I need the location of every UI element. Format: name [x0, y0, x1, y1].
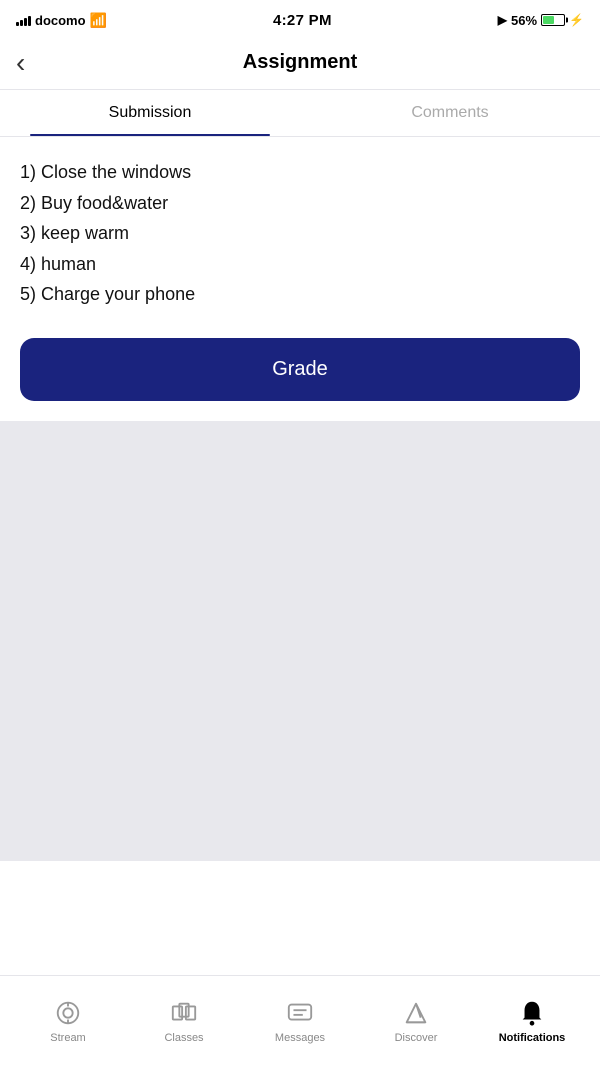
list-item: 5) Charge your phone [20, 279, 580, 310]
stream-label: Stream [50, 1032, 85, 1044]
nav-notifications[interactable]: Notifications [474, 998, 590, 1044]
discover-label: Discover [395, 1032, 438, 1044]
page-title: Assignment [243, 51, 357, 74]
wifi-icon: 📶 [90, 12, 107, 29]
list-item: 4) human [20, 249, 580, 280]
list-item: 2) Buy food&water [20, 188, 580, 219]
tab-submission[interactable]: Submission [0, 90, 300, 136]
messages-label: Messages [275, 1032, 325, 1044]
status-bar: docomo 📶 4:27 PM ▶ 56% ⚡ [0, 0, 600, 36]
messages-icon [285, 998, 315, 1028]
nav-messages[interactable]: Messages [242, 998, 358, 1044]
nav-stream[interactable]: Stream [10, 998, 126, 1044]
list-item: 3) keep warm [20, 218, 580, 249]
page-header: ‹ Assignment [0, 36, 600, 90]
assignment-list: 1) Close the windows 2) Buy food&water 3… [20, 157, 580, 310]
location-icon: ▶ [498, 13, 507, 27]
classes-icon [169, 998, 199, 1028]
gray-background [0, 421, 600, 861]
list-item: 1) Close the windows [20, 157, 580, 188]
nav-classes[interactable]: Classes [126, 998, 242, 1044]
status-right: ▶ 56% ⚡ [498, 13, 584, 28]
classes-label: Classes [164, 1032, 203, 1044]
status-left: docomo 📶 [16, 12, 107, 29]
charging-icon: ⚡ [569, 13, 584, 27]
bottom-nav: Stream Classes Messages [0, 975, 600, 1065]
stream-icon [53, 998, 83, 1028]
time-label: 4:27 PM [273, 12, 332, 29]
carrier-label: docomo [35, 13, 86, 28]
signal-icon [16, 14, 31, 26]
tab-comments[interactable]: Comments [300, 90, 600, 136]
battery-percent: 56% [511, 13, 537, 28]
notifications-icon [517, 998, 547, 1028]
nav-discover[interactable]: Discover [358, 998, 474, 1044]
tab-bar: Submission Comments [0, 90, 600, 137]
grade-button[interactable]: Grade [20, 338, 580, 401]
battery-icon [541, 14, 565, 26]
content-area: 1) Close the windows 2) Buy food&water 3… [0, 137, 600, 421]
back-button[interactable]: ‹ [16, 49, 25, 77]
discover-icon [401, 998, 431, 1028]
notifications-label: Notifications [499, 1032, 566, 1044]
